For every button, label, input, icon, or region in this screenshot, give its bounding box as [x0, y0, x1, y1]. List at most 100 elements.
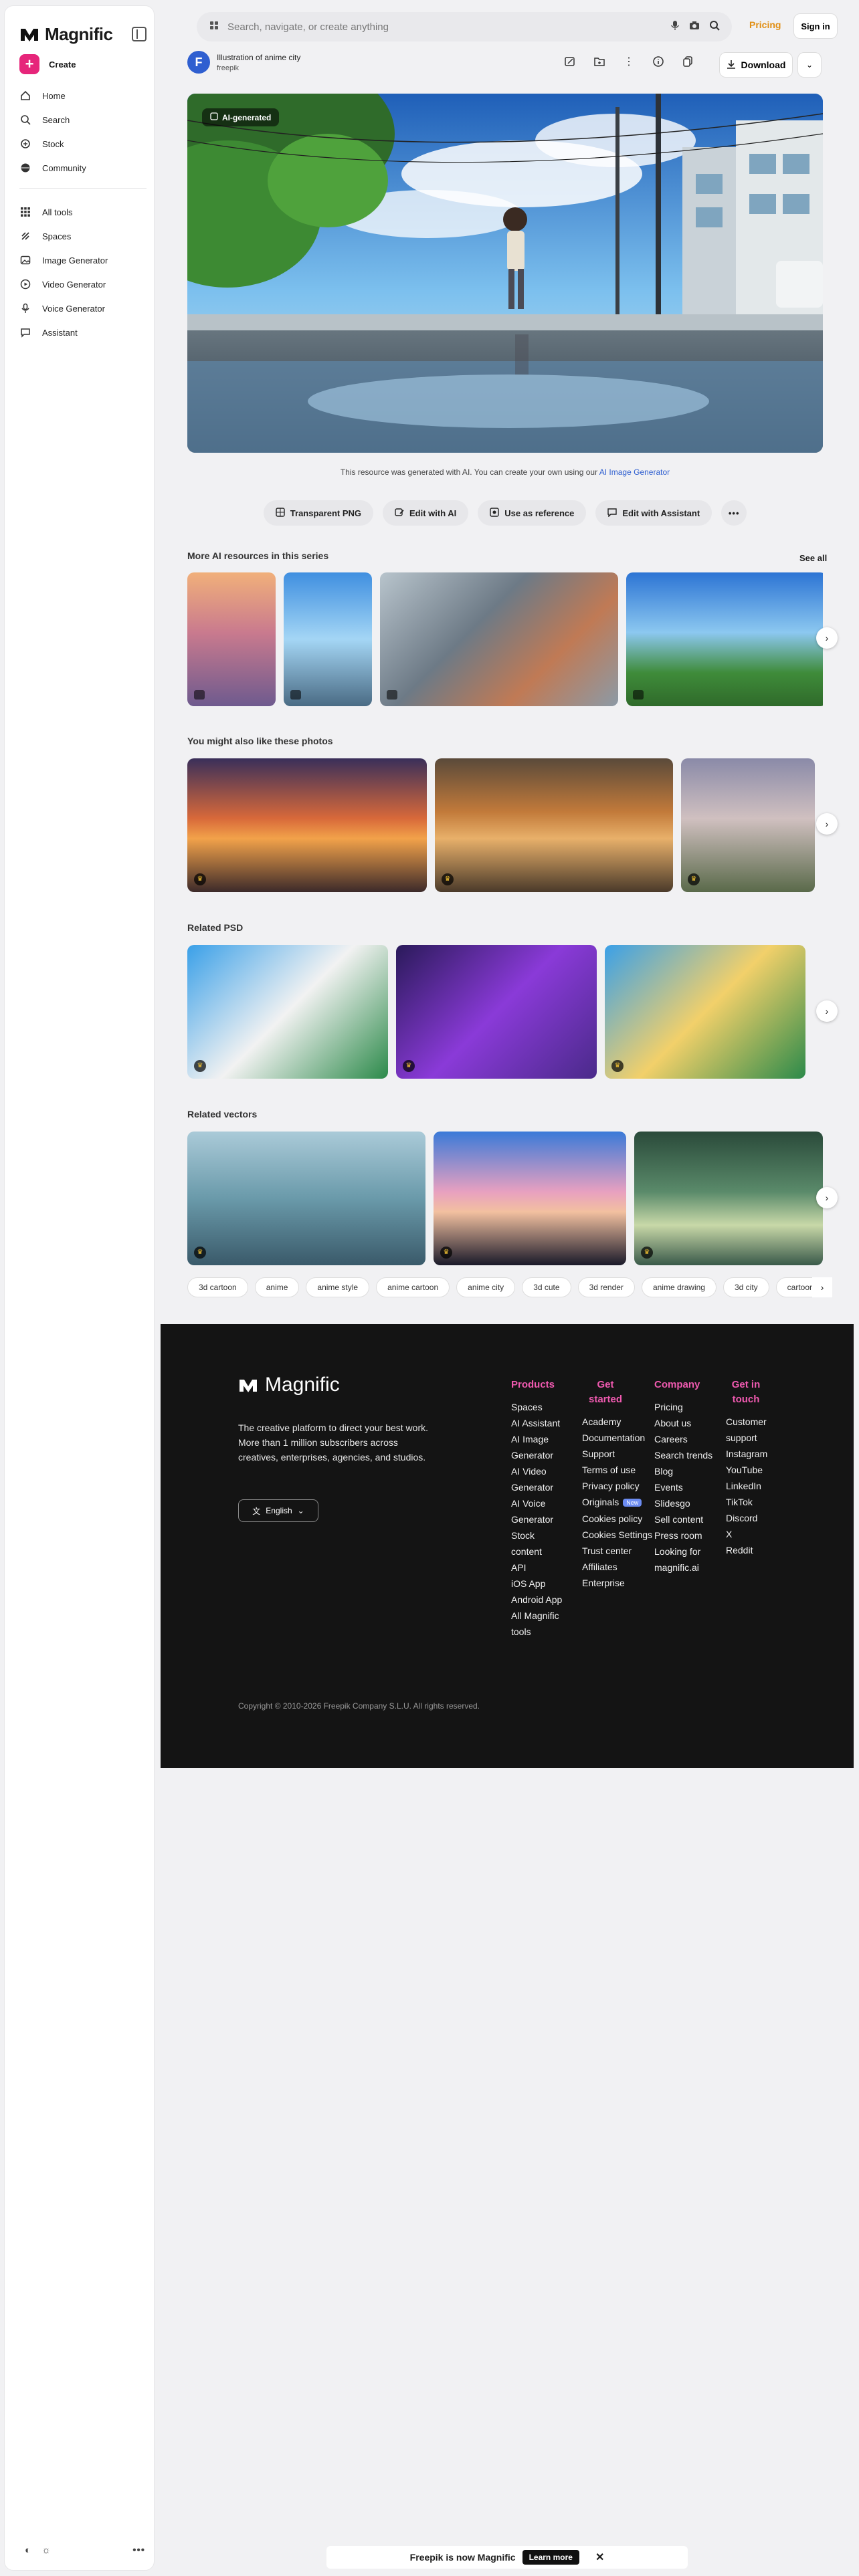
footer-link[interactable]: Sell content [654, 1511, 714, 1527]
footer-link[interactable]: Events [654, 1479, 714, 1495]
footer-link[interactable]: Looking for magnific.ai [654, 1543, 714, 1576]
series-next-arrow[interactable]: › [816, 627, 838, 649]
sidebar-item-search[interactable]: Search [19, 108, 147, 132]
tag-chip[interactable]: 3d city [723, 1277, 769, 1297]
photo-thumbnail[interactable]: ♛ [681, 758, 815, 892]
search-icon[interactable] [709, 20, 720, 34]
vector-thumbnail[interactable]: ♛ [187, 1132, 425, 1265]
footer-link[interactable]: Slidesgo [654, 1495, 714, 1511]
tag-chip[interactable]: anime [254, 1277, 300, 1297]
sidebar-item-home[interactable]: Home [19, 84, 147, 108]
mic-icon[interactable] [670, 20, 680, 34]
footer-link[interactable]: Careers [654, 1431, 714, 1447]
settings-icon[interactable]: ☼ [41, 2545, 51, 2556]
footer-link[interactable]: About us [654, 1415, 714, 1431]
footer-link[interactable]: Press room [654, 1527, 714, 1543]
transparent-png-button[interactable]: Transparent PNG [263, 500, 373, 526]
footer-link[interactable]: Stock content [511, 1527, 565, 1560]
footer-link[interactable]: YouTube [726, 1462, 779, 1478]
sign-in-button[interactable]: Sign in [793, 13, 838, 39]
edit-with-assistant-button[interactable]: Edit with Assistant [595, 500, 712, 526]
psd-thumbnail[interactable]: ♛ [187, 945, 388, 1079]
see-all-link[interactable]: See all [799, 553, 827, 563]
tag-chip[interactable]: anime style [306, 1277, 370, 1297]
vector-thumbnail[interactable]: ♛ [434, 1132, 626, 1265]
theme-icon[interactable]: ◐ [25, 2545, 31, 2556]
footer-link[interactable]: Android App [511, 1592, 565, 1608]
tag-chip[interactable]: 3d cartoon [187, 1277, 248, 1297]
vector-thumbnail[interactable]: ♛ [634, 1132, 823, 1265]
footer-logo[interactable]: Magnific [238, 1374, 340, 1396]
footer-link[interactable]: Reddit [726, 1542, 779, 1558]
search-input[interactable]: Search, navigate, or create anything [227, 21, 662, 33]
learn-more-button[interactable]: Learn more [522, 2550, 579, 2565]
footer-link[interactable]: Spaces [511, 1399, 565, 1415]
download-options-button[interactable]: ⌄ [797, 52, 822, 78]
footer-link[interactable]: Documentation [582, 1430, 656, 1446]
sidebar-item-voice-generator[interactable]: Voice Generator [19, 296, 147, 320]
photo-thumbnail[interactable]: ♛ [187, 758, 427, 892]
sidebar-item-spaces[interactable]: Spaces [19, 224, 147, 248]
series-thumbnail[interactable] [626, 572, 823, 706]
language-selector[interactable]: 文 English ⌄ [238, 1499, 318, 1522]
sidebar-item-stock[interactable]: Stock [19, 132, 147, 156]
tags-next-arrow[interactable]: › [812, 1277, 832, 1297]
vectors-next-arrow[interactable]: › [816, 1187, 838, 1208]
footer-link[interactable]: Instagram [726, 1446, 779, 1462]
footer-link[interactable]: Support [582, 1446, 656, 1462]
footer-link-originals[interactable]: Originals New [582, 1494, 656, 1511]
download-button[interactable]: Download [719, 52, 793, 78]
sidebar-item-all-tools[interactable]: All tools [19, 200, 147, 224]
footer-link[interactable]: AI Assistant [511, 1415, 565, 1431]
folder-add-icon[interactable] [591, 53, 607, 70]
footer-link[interactable]: Academy [582, 1414, 656, 1430]
author-avatar[interactable]: F [187, 51, 210, 74]
edit-image-icon[interactable] [562, 53, 578, 70]
copy-icon[interactable] [680, 53, 696, 70]
psd-thumbnail[interactable]: ♛ [605, 945, 805, 1079]
photos-next-arrow[interactable]: › [816, 813, 838, 835]
footer-link[interactable]: All Magnific tools [511, 1608, 565, 1640]
brand-logo[interactable]: Magnific [19, 24, 113, 45]
create-button[interactable]: + Create [19, 54, 76, 74]
photo-thumbnail[interactable]: ♛ [435, 758, 673, 892]
footer-link[interactable]: X [726, 1526, 779, 1542]
sidebar-item-assistant[interactable]: Assistant [19, 320, 147, 344]
footer-link[interactable]: TikTok [726, 1494, 779, 1510]
tag-chip[interactable]: 3d render [577, 1277, 635, 1297]
tag-chip[interactable]: anime cartoon [376, 1277, 450, 1297]
footer-link[interactable]: Pricing [654, 1399, 714, 1415]
footer-link[interactable]: API [511, 1560, 565, 1576]
author-name[interactable]: freepik [217, 64, 300, 72]
footer-link[interactable]: AI Image Generator [511, 1431, 565, 1463]
close-icon[interactable]: ✕ [595, 2551, 604, 2564]
series-thumbnail[interactable] [187, 572, 276, 706]
more-vertical-icon[interactable]: ⋮ [621, 53, 637, 70]
footer-link[interactable]: iOS App [511, 1576, 565, 1592]
footer-link[interactable]: Discord [726, 1510, 779, 1526]
pricing-link[interactable]: Pricing [749, 19, 781, 30]
more-options-button[interactable]: ••• [721, 500, 747, 526]
tag-chip[interactable]: 3d cute [522, 1277, 571, 1297]
footer-link[interactable]: Customer support [726, 1414, 779, 1446]
camera-icon[interactable] [689, 20, 700, 34]
tag-chip[interactable]: anime drawing [641, 1277, 717, 1297]
footer-link[interactable]: Cookies Settings [582, 1527, 656, 1543]
psd-next-arrow[interactable]: › [816, 1000, 838, 1022]
footer-link[interactable]: Blog [654, 1463, 714, 1479]
ai-image-generator-link[interactable]: AI Image Generator [599, 467, 670, 477]
more-menu-icon[interactable]: ••• [132, 2545, 145, 2556]
collapse-sidebar-icon[interactable] [132, 27, 147, 41]
info-icon[interactable] [650, 53, 666, 70]
footer-link[interactable]: Cookies policy [582, 1511, 656, 1527]
series-thumbnail[interactable] [284, 572, 372, 706]
tag-chip[interactable]: anime city [456, 1277, 516, 1297]
footer-link[interactable]: Search trends [654, 1447, 714, 1463]
resource-image[interactable]: AI-generated [187, 94, 823, 453]
footer-link[interactable]: AI Voice Generator [511, 1495, 565, 1527]
footer-link[interactable]: Affiliates [582, 1559, 656, 1575]
series-thumbnail[interactable] [380, 572, 618, 706]
footer-link[interactable]: Terms of use [582, 1462, 656, 1478]
use-as-reference-button[interactable]: Use as reference [478, 500, 587, 526]
footer-link[interactable]: LinkedIn [726, 1478, 779, 1494]
